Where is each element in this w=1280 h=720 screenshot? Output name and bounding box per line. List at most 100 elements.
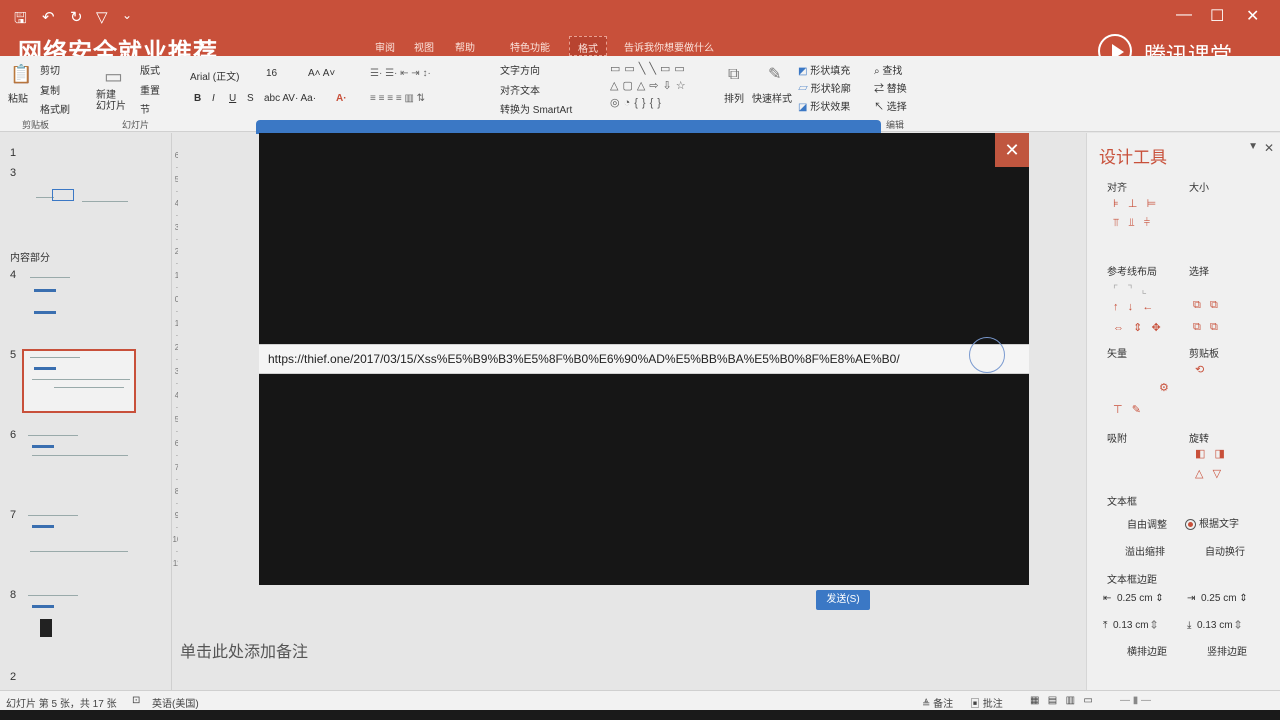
- format-painter-button[interactable]: 格式刷: [40, 101, 70, 116]
- vector-merge-icon[interactable]: ⚙: [1159, 381, 1169, 394]
- maximize-icon[interactable]: ☐: [1210, 6, 1224, 26]
- new-slide-icon[interactable]: ▭: [104, 64, 123, 89]
- tab-view[interactable]: 视图: [414, 39, 434, 54]
- chevron-down-icon[interactable]: ▼: [1248, 141, 1258, 152]
- guides-label: 参考线布局: [1107, 267, 1157, 278]
- font-color-icon[interactable]: A·: [336, 93, 347, 104]
- notes-toggle[interactable]: ≜ 备注: [922, 695, 953, 710]
- close-window-icon[interactable]: ✕: [1246, 6, 1259, 26]
- arrange-button[interactable]: 排列: [724, 90, 744, 105]
- url-text[interactable]: https://thief.one/2017/03/15/Xss%E5%B9%B…: [268, 352, 900, 366]
- cut-button[interactable]: 剪切: [40, 62, 60, 77]
- new-slide-button[interactable]: 新建 幻灯片: [96, 90, 126, 112]
- quick-styles-icon[interactable]: ✎: [768, 64, 781, 84]
- fit-text-option[interactable]: 根据文字: [1185, 515, 1239, 530]
- clipboard-icon[interactable]: ⟲: [1195, 363, 1204, 376]
- customize-icon[interactable]: ▽: [96, 8, 108, 26]
- slide-thumbnail-pane: 1 3 内容部分 4 5 6 7 8 2: [0, 133, 172, 690]
- zoom-slider[interactable]: — ▮ —: [1120, 695, 1151, 706]
- shapes-gallery-row3[interactable]: ◎◔{}{}: [610, 96, 665, 109]
- slide-thumbnail[interactable]: [22, 509, 136, 573]
- margin-top-field[interactable]: ⤒ 0.13 cm ⇕: [1103, 620, 1157, 631]
- tab-format[interactable]: 格式: [569, 36, 607, 56]
- paste-icon[interactable]: 📋: [10, 64, 32, 85]
- smartart-button[interactable]: 转换为 SmartArt: [500, 101, 572, 116]
- italic-button[interactable]: I: [212, 93, 215, 104]
- text-direction-button[interactable]: 文字方向: [500, 62, 540, 77]
- slide-thumbnail-selected[interactable]: [22, 349, 136, 413]
- tell-me-search[interactable]: 告诉我你想要做什么: [624, 39, 714, 54]
- distribute-icons[interactable]: ⇔ ⇕ ✥: [1113, 321, 1161, 334]
- slide-thumbnail[interactable]: [22, 589, 136, 653]
- layout-button[interactable]: 版式: [140, 62, 160, 77]
- bold-button[interactable]: B: [194, 93, 201, 104]
- status-bar: 幻灯片 第 5 张，共 17 张 ⊡ 英语(美国) ≜ 备注 ▣ 批注 ▦ ▤ …: [0, 690, 1280, 710]
- thumb-line: [30, 551, 128, 552]
- save-icon[interactable]: 🖫: [14, 8, 27, 33]
- shapes-gallery-row1[interactable]: ▭▭╲╲▭▭: [610, 62, 689, 75]
- tab-review[interactable]: 审阅: [375, 39, 395, 54]
- horizontal-margin-button[interactable]: 横排边距: [1127, 643, 1167, 658]
- margin-right-field[interactable]: ⇥ 0.25 cm ⇕: [1187, 593, 1248, 604]
- arrow-icons[interactable]: ↑ ↓ ←: [1113, 301, 1153, 313]
- customize-chevron-icon[interactable]: ⌄: [122, 8, 132, 22]
- reset-button[interactable]: 重置: [140, 82, 160, 97]
- select-icons-row1[interactable]: ⧉ ⧉: [1193, 299, 1218, 312]
- close-icon[interactable]: ✕: [1264, 141, 1274, 155]
- shadow-button[interactable]: S: [247, 93, 254, 104]
- rotate-icons-row1[interactable]: ◧ ◨: [1195, 447, 1225, 460]
- slide-thumbnail[interactable]: [22, 429, 136, 493]
- select-icons-row2[interactable]: ⧉ ⧉: [1193, 321, 1218, 334]
- overflow-shrink-option[interactable]: 溢出缩排: [1125, 543, 1165, 558]
- vertical-margin-button[interactable]: 竖排边距: [1207, 643, 1247, 658]
- view-icons[interactable]: ▦ ▤ ▥ ▭: [1030, 695, 1093, 706]
- margin-bottom-field[interactable]: ⤓ 0.13 cm ⇕: [1187, 620, 1241, 631]
- section-button[interactable]: 节: [140, 101, 150, 116]
- quick-styles-button[interactable]: 快速样式: [752, 90, 792, 105]
- comments-toggle[interactable]: ▣ 批注: [970, 695, 1003, 710]
- font-family-select[interactable]: Arial (正文): [190, 68, 239, 83]
- margin-top-value: 0.13 cm: [1112, 620, 1149, 631]
- underline-button[interactable]: U: [229, 93, 236, 104]
- font-size-select[interactable]: 16: [266, 68, 277, 79]
- auto-wrap-option[interactable]: 自动换行: [1205, 543, 1245, 558]
- shapes-gallery-row2[interactable]: △▢△⇨⇩☆: [610, 79, 690, 92]
- section-name[interactable]: 内容部分: [10, 249, 50, 264]
- shape-fill-button[interactable]: ◩ 形状填充: [798, 62, 850, 77]
- shape-effects-button[interactable]: ◪ 形状效果: [798, 98, 850, 113]
- align-icons[interactable]: ≡ ≡ ≡ ≡ ▥ ⇅: [370, 93, 425, 104]
- tab-features[interactable]: 特色功能: [510, 39, 550, 54]
- slide-thumbnail[interactable]: [22, 167, 136, 223]
- spellcheck-icon[interactable]: ⊡: [132, 695, 140, 706]
- undo-icon[interactable]: ↶: [42, 8, 55, 26]
- media-dialog: ✕ https://thief.one/2017/03/15/Xss%E5%B9…: [259, 133, 1029, 585]
- copy-button[interactable]: 复制: [40, 82, 60, 97]
- guide-icons[interactable]: ⌜ ⌝ ⌞: [1113, 283, 1147, 296]
- notes-placeholder[interactable]: 单击此处添加备注: [180, 638, 308, 662]
- language-status[interactable]: 英语(美国): [152, 695, 199, 710]
- rotate-icons-row2[interactable]: △ ▽: [1195, 467, 1221, 480]
- minimize-icon[interactable]: —: [1176, 6, 1192, 24]
- slide-thumbnail[interactable]: [22, 269, 136, 333]
- send-button[interactable]: 发送(S): [816, 590, 870, 610]
- shape-outline-button[interactable]: ▱ 形状轮廓: [798, 80, 851, 95]
- free-adjust-option[interactable]: 自由调整: [1127, 516, 1167, 531]
- margin-left-field[interactable]: ⇤ 0.25 cm ⇕: [1103, 593, 1164, 604]
- tab-help[interactable]: 帮助: [455, 39, 475, 54]
- vector-tools-icon[interactable]: ⊤ ✎: [1113, 403, 1141, 416]
- dialog-close-button[interactable]: ✕: [995, 133, 1029, 167]
- align-text-button[interactable]: 对齐文本: [500, 82, 540, 97]
- grow-font-icon[interactable]: A˄ A˅: [308, 68, 335, 79]
- select-button[interactable]: ↖ 选择: [874, 98, 907, 113]
- bullets-icon[interactable]: ☰· ☰· ⇤ ⇥ ↕·: [370, 68, 431, 79]
- font-effects-icon[interactable]: abc AV· Aa·: [264, 93, 316, 104]
- replace-button[interactable]: ⇄ 替换: [874, 80, 907, 95]
- arrange-icon[interactable]: ⧉: [728, 66, 739, 84]
- align-icons-row1[interactable]: ⊧ ⊥ ⊨: [1113, 197, 1156, 210]
- paste-button[interactable]: 粘贴: [8, 90, 28, 105]
- find-label: 查找: [882, 66, 903, 77]
- align-icons-row2[interactable]: ⫪ ⫫ ⫩: [1113, 217, 1150, 230]
- find-button[interactable]: ⌕ 查找: [874, 62, 902, 77]
- margin-left-value: 0.25 cm: [1116, 593, 1153, 604]
- redo-icon[interactable]: ↻: [70, 8, 83, 26]
